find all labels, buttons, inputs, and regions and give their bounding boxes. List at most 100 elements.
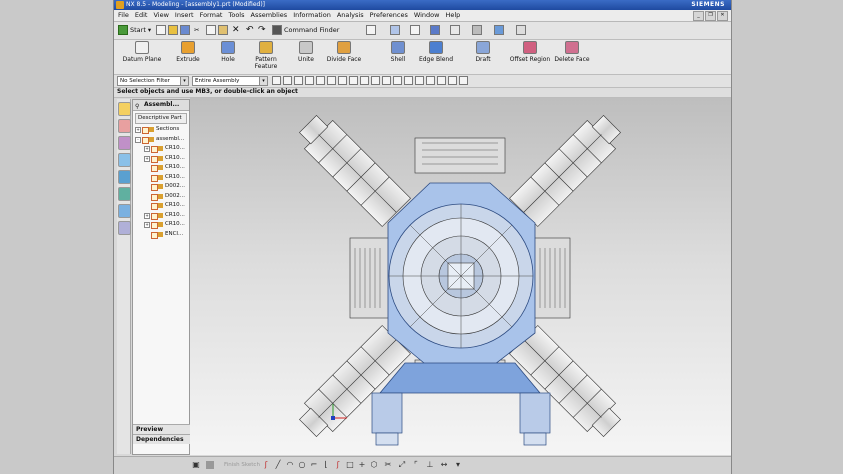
system-materials-tab-icon[interactable] bbox=[118, 221, 131, 235]
snap-option-icon[interactable] bbox=[426, 76, 435, 85]
navigator-row[interactable]: D002... bbox=[133, 192, 189, 202]
snap-option-icon[interactable] bbox=[327, 76, 336, 85]
point-icon[interactable]: + bbox=[358, 461, 366, 469]
selection-scope-dropdown[interactable]: Entire Assembly ▾ bbox=[192, 76, 268, 86]
more-options-icon[interactable]: ▾ bbox=[454, 461, 462, 469]
visibility-checkbox[interactable] bbox=[151, 155, 158, 163]
navigator-row[interactable]: CR10... bbox=[133, 163, 189, 173]
menu-help[interactable]: Help bbox=[445, 11, 460, 19]
studio-spline-icon[interactable]: ʃ bbox=[334, 461, 342, 469]
snap-option-icon[interactable] bbox=[459, 76, 468, 85]
paste-icon[interactable] bbox=[218, 24, 230, 36]
navigator-row[interactable]: + Sections bbox=[133, 125, 189, 135]
visibility-checkbox[interactable] bbox=[151, 212, 158, 220]
navigator-row[interactable]: ENCI... bbox=[133, 230, 189, 240]
menu-view[interactable]: View bbox=[153, 11, 168, 19]
save-icon[interactable] bbox=[180, 24, 192, 36]
history-tab-icon[interactable] bbox=[118, 204, 131, 218]
reuse-library-tab-icon[interactable] bbox=[118, 153, 131, 167]
navigator-row[interactable]: - assembl... bbox=[133, 135, 189, 145]
constraints-icon[interactable]: ⊥ bbox=[426, 461, 434, 469]
window-icon[interactable] bbox=[366, 24, 378, 36]
edge-blend-button[interactable]: Edge Blend bbox=[414, 41, 458, 63]
view-orient-icon[interactable] bbox=[450, 24, 462, 36]
make-corner-icon[interactable]: ⌜ bbox=[412, 461, 420, 469]
quick-trim-icon[interactable]: ✂ bbox=[384, 461, 392, 469]
snap-option-icon[interactable] bbox=[272, 76, 281, 85]
menu-assemblies[interactable]: Assemblies bbox=[251, 11, 288, 19]
part-navigator-tab-icon[interactable] bbox=[118, 136, 131, 150]
assembly-navigator-tab-icon[interactable] bbox=[118, 102, 131, 116]
navigator-row[interactable]: + CR10... bbox=[133, 211, 189, 221]
snap-option-icon[interactable] bbox=[360, 76, 369, 85]
visibility-checkbox[interactable] bbox=[151, 203, 158, 210]
menu-analysis[interactable]: Analysis bbox=[337, 11, 364, 19]
minimize-icon[interactable]: _ bbox=[693, 11, 704, 21]
visibility-checkbox[interactable] bbox=[142, 136, 149, 144]
line-icon[interactable]: ╱ bbox=[274, 461, 282, 469]
visibility-checkbox[interactable] bbox=[151, 146, 158, 153]
circle-icon[interactable]: ○ bbox=[298, 461, 306, 469]
redo-icon[interactable]: ↷ bbox=[258, 24, 266, 36]
restore-icon[interactable]: ❐ bbox=[705, 11, 716, 21]
web-browser-tab-icon[interactable] bbox=[118, 187, 131, 201]
snap-option-icon[interactable] bbox=[349, 76, 358, 85]
finish-sketch-icon[interactable] bbox=[206, 461, 214, 469]
dependencies-panel-header[interactable]: Dependencies bbox=[133, 434, 192, 444]
visibility-checkbox[interactable] bbox=[151, 231, 158, 239]
navigator-row[interactable]: CR10... bbox=[133, 201, 189, 211]
expand-icon[interactable]: + bbox=[144, 155, 150, 162]
constraint-navigator-tab-icon[interactable] bbox=[118, 119, 131, 133]
extrude-button[interactable]: Extrude bbox=[166, 41, 210, 63]
visibility-checkbox[interactable] bbox=[151, 174, 158, 182]
dimension-icon[interactable]: ↔ bbox=[440, 461, 448, 469]
expand-icon[interactable]: + bbox=[144, 222, 150, 228]
menu-information[interactable]: Information bbox=[293, 11, 331, 19]
column-header[interactable]: Descriptive Part bbox=[135, 113, 187, 124]
layer-icon[interactable] bbox=[494, 24, 506, 36]
snap-option-icon[interactable] bbox=[437, 76, 446, 85]
selection-filter-dropdown[interactable]: No Selection Filter ▾ bbox=[117, 76, 189, 86]
menu-preferences[interactable]: Preferences bbox=[370, 11, 408, 19]
navigator-row[interactable]: + CR10... bbox=[133, 154, 189, 164]
snap-option-icon[interactable] bbox=[305, 76, 314, 85]
snap-option-icon[interactable] bbox=[316, 76, 325, 85]
graphics-window[interactable] bbox=[190, 98, 731, 455]
start-button[interactable]: Start ▾ bbox=[118, 24, 151, 36]
snap-option-icon[interactable] bbox=[448, 76, 457, 85]
menu-window[interactable]: Window bbox=[414, 11, 440, 19]
snap-option-icon[interactable] bbox=[283, 76, 292, 85]
undo-icon[interactable]: ↶ bbox=[246, 24, 254, 36]
rectangle-icon[interactable]: □ bbox=[346, 461, 354, 469]
visibility-checkbox[interactable] bbox=[142, 127, 149, 134]
navigator-row[interactable]: CR10... bbox=[133, 173, 189, 183]
menu-insert[interactable]: Insert bbox=[175, 11, 194, 19]
snap-option-icon[interactable] bbox=[294, 76, 303, 85]
quick-extend-icon[interactable]: ⤢ bbox=[398, 461, 406, 469]
sketch-icon[interactable]: ▣ bbox=[192, 461, 200, 469]
background-icon[interactable] bbox=[472, 24, 484, 36]
arc-icon[interactable]: ◠ bbox=[286, 461, 294, 469]
navigator-row[interactable]: + CR10... bbox=[133, 220, 189, 230]
delete-icon[interactable]: ✕ bbox=[232, 24, 240, 36]
fit-icon[interactable] bbox=[410, 24, 422, 36]
visibility-checkbox[interactable] bbox=[151, 193, 158, 201]
draft-button[interactable]: Draft bbox=[461, 41, 505, 63]
open-icon[interactable] bbox=[168, 24, 180, 36]
cut-icon[interactable]: ✂ bbox=[194, 24, 199, 36]
expand-icon[interactable]: + bbox=[144, 212, 150, 219]
profile-icon[interactable]: ʃ bbox=[262, 461, 270, 469]
snap-option-icon[interactable] bbox=[393, 76, 402, 85]
hd3d-tools-tab-icon[interactable] bbox=[118, 170, 131, 184]
expand-icon[interactable]: + bbox=[144, 146, 150, 152]
datum-plane-button[interactable]: Datum Plane bbox=[120, 41, 164, 63]
chamfer-icon[interactable]: ⌊ bbox=[322, 461, 330, 469]
fillet-icon[interactable]: ⌐ bbox=[310, 461, 318, 469]
snap-option-icon[interactable] bbox=[371, 76, 380, 85]
pin-icon[interactable]: ⚲ bbox=[135, 102, 139, 112]
snap-option-icon[interactable] bbox=[382, 76, 391, 85]
finish-sketch-label[interactable]: Finish Sketch bbox=[224, 462, 260, 468]
polygon-icon[interactable]: ⬡ bbox=[370, 461, 378, 469]
menu-file[interactable]: File bbox=[118, 11, 129, 19]
pattern-feature-button[interactable]: Pattern Feature bbox=[244, 41, 288, 70]
